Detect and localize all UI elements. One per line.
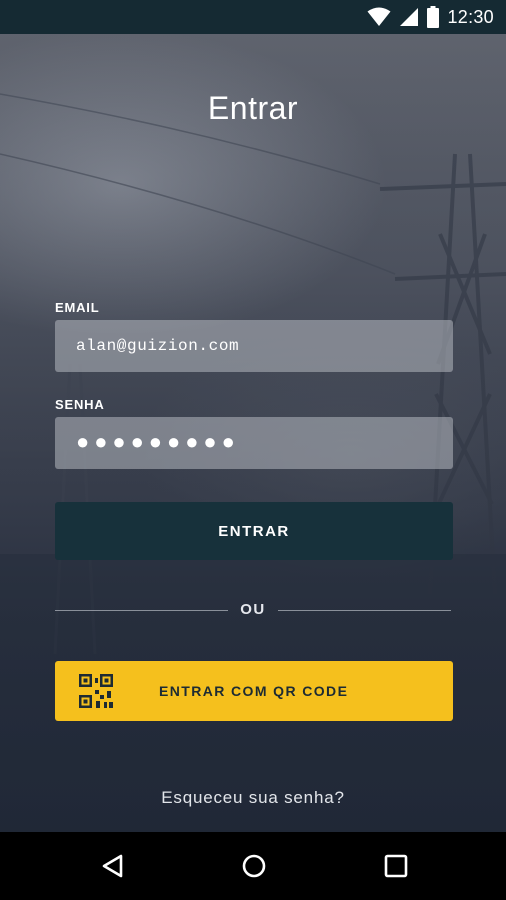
status-icons: 12:30 [367,0,494,34]
enter-button[interactable]: ENTRAR [55,502,453,560]
password-label: SENHA [55,397,105,412]
back-icon[interactable] [99,851,129,881]
password-field[interactable]: ●●●●●●●●● [55,417,453,469]
battery-icon [427,6,440,28]
divider-text: OU [240,601,266,618]
signal-icon [400,8,419,26]
email-label: EMAIL [55,300,100,315]
home-icon[interactable] [239,851,269,881]
qr-login-label: ENTRAR COM QR CODE [159,683,349,699]
status-bar: 12:30 [0,0,506,34]
recents-icon[interactable] [381,851,411,881]
email-field[interactable]: alan@guizion.com [55,320,453,372]
qr-login-button[interactable]: ENTRAR COM QR CODE [55,661,453,721]
password-value: ●●●●●●●●● [76,430,240,456]
navigation-bar [0,832,506,900]
page-title: Entrar [207,90,299,126]
status-time: 12:30 [447,6,494,27]
forgot-password-link[interactable]: Esqueceu sua senha? [0,788,506,808]
wifi-icon [367,7,391,26]
qr-code-icon [79,674,113,708]
